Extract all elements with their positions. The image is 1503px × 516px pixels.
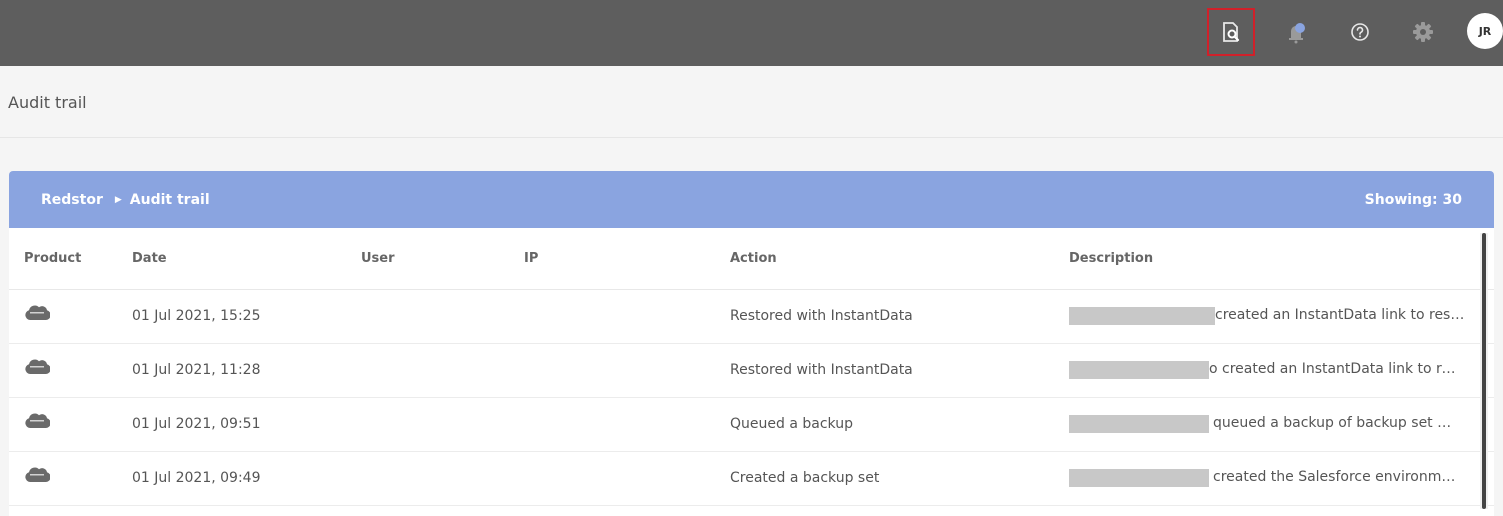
column-header-description[interactable]: Description [1069, 251, 1153, 266]
breadcrumb-separator-icon: ▶ [114, 194, 122, 205]
salesforce-icon [24, 466, 51, 488]
help-button[interactable] [1336, 8, 1384, 56]
row-date: 01 Jul 2021, 09:49 [132, 470, 261, 486]
redacted-block [1069, 469, 1209, 487]
column-header-product[interactable]: Product [24, 251, 81, 266]
redacted-block [1069, 415, 1209, 433]
row-action: Restored with InstantData [730, 362, 913, 378]
notification-bell-icon [1289, 23, 1305, 44]
help-icon [1351, 23, 1369, 41]
breadcrumb-item-redstor[interactable]: Redstor [41, 192, 103, 208]
card-header: Redstor ▶ Audit trail Showing: 30 [9, 171, 1494, 228]
row-action: Created a backup set [730, 470, 880, 486]
page-title: Audit trail [8, 93, 87, 112]
search-document-icon [1223, 22, 1240, 42]
top-bar: JR [0, 0, 1503, 66]
table-scrollbar[interactable] [1480, 233, 1488, 509]
audit-trail-card: Redstor ▶ Audit trail Showing: 30 Produc… [9, 171, 1494, 516]
column-header-action[interactable]: Action [730, 251, 777, 266]
row-action: Restored with InstantData [730, 308, 913, 324]
column-header-user[interactable]: User [361, 251, 395, 266]
breadcrumb-item-audit-trail: Audit trail [129, 191, 210, 208]
redacted-block [1069, 307, 1215, 325]
table-header: Product Date User IP Action Description [9, 228, 1494, 290]
salesforce-icon [24, 358, 51, 380]
column-header-ip[interactable]: IP [524, 251, 538, 266]
scroll-thumb[interactable] [1482, 233, 1486, 509]
salesforce-icon [24, 304, 51, 326]
row-description: created the Salesforce environm… [1213, 469, 1456, 485]
table-row[interactable]: 01 Jul 2021, 09:51 Queued a backup queue… [9, 398, 1494, 452]
row-description: queued a backup of backup set … [1213, 415, 1452, 431]
row-date: 01 Jul 2021, 09:51 [132, 416, 261, 432]
settings-button[interactable] [1399, 8, 1447, 56]
gear-icon [1413, 22, 1433, 42]
row-date: 01 Jul 2021, 11:28 [132, 362, 261, 378]
salesforce-icon [24, 412, 51, 434]
notifications-button[interactable] [1272, 8, 1320, 56]
showing-count: Showing: 30 [1364, 191, 1462, 208]
column-header-date[interactable]: Date [132, 251, 167, 266]
user-avatar[interactable]: JR [1467, 13, 1503, 49]
page-header: Audit trail [0, 66, 1503, 138]
search-document-button[interactable] [1207, 8, 1255, 56]
row-description: o created an InstantData link to res… [1209, 361, 1461, 377]
row-action: Queued a backup [730, 416, 853, 432]
table-row[interactable]: 01 Jul 2021, 15:25 Restored with Instant… [9, 290, 1494, 344]
redacted-block [1069, 361, 1209, 379]
table-row[interactable]: 01 Jul 2021, 09:49 Created a backup set … [9, 452, 1494, 506]
table-row[interactable]: 01 Jul 2021, 11:28 Restored with Instant… [9, 344, 1494, 398]
row-date: 01 Jul 2021, 15:25 [132, 308, 261, 324]
row-description: created an InstantData link to res… [1215, 307, 1465, 323]
